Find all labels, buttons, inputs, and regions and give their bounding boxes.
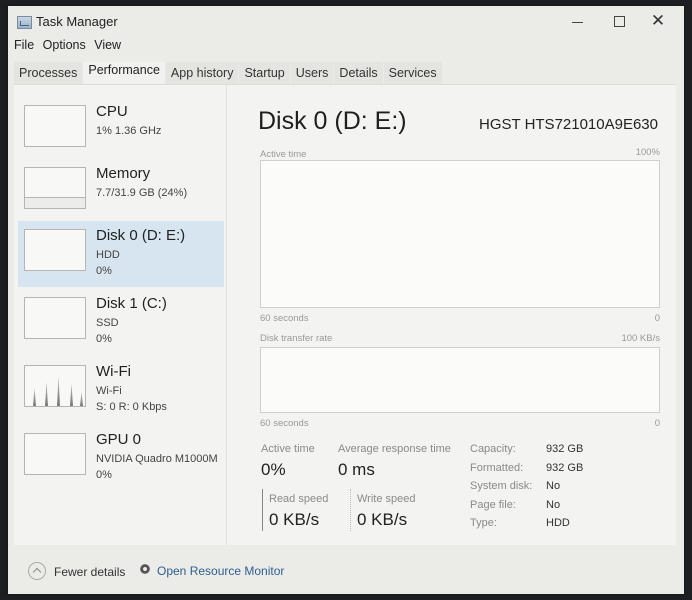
- sidebar-item-label: CPU: [96, 103, 128, 120]
- wifi-thumbnail-graph: [24, 365, 86, 407]
- disk-title: Disk 0 (D: E:): [258, 107, 407, 135]
- sidebar-item-label: Wi-Fi: [96, 363, 131, 380]
- read-speed-label: Read speed: [269, 493, 329, 505]
- sidebar-item-label: Memory: [96, 165, 151, 182]
- tab-bar: Processes Performance App history Startu…: [14, 62, 443, 84]
- active-time-label: Active time: [261, 443, 315, 455]
- tab-users[interactable]: Users: [290, 62, 334, 84]
- page-file-value: No: [546, 499, 561, 511]
- system-disk-value: No: [546, 480, 561, 492]
- disk-model: HGST HTS721010A9E630: [479, 116, 658, 133]
- wifi-spike: [80, 392, 83, 406]
- performance-panel: CPU 1% 1.36 GHz Memory 7.7/31.9 GB (24%)…: [14, 84, 676, 545]
- sidebar-item-gpu-0[interactable]: GPU 0 NVIDIA Quadro M1000M 0%: [18, 425, 224, 491]
- menu-file[interactable]: File: [14, 38, 34, 52]
- disk0-type-text: HDD: [96, 249, 120, 261]
- disk1-usage-text: 0%: [96, 333, 112, 345]
- write-speed-value: 0 KB/s: [357, 510, 408, 529]
- system-disk-label: System disk:: [470, 480, 533, 492]
- wifi-spike: [33, 388, 36, 406]
- active-time-graph-max: 100%: [635, 147, 660, 158]
- sidebar-item-cpu[interactable]: CPU 1% 1.36 GHz: [18, 97, 224, 163]
- sidebar-item-label: Disk 1 (C:): [96, 295, 167, 312]
- fewer-details-button[interactable]: Fewer details: [54, 565, 125, 579]
- resource-monitor-icon: [140, 564, 150, 574]
- capacity-label: Capacity:: [470, 443, 516, 455]
- capacity-value: 932 GB: [546, 443, 584, 455]
- gpu-model-text: NVIDIA Quadro M1000M: [96, 453, 218, 465]
- wifi-throughput-text: S: 0 R: 0 Kbps: [96, 401, 167, 413]
- active-time-graph-label: Active time: [260, 149, 307, 160]
- footer-bar: Fewer details Open Resource Monitor: [14, 552, 676, 582]
- gpu-thumbnail-graph: [24, 433, 86, 475]
- sidebar-item-label: GPU 0: [96, 431, 142, 448]
- chevron-up-icon[interactable]: [28, 562, 46, 580]
- disk1-type-text: SSD: [96, 317, 119, 329]
- wifi-adapter-text: Wi-Fi: [96, 385, 122, 397]
- menu-options[interactable]: Options: [43, 38, 86, 52]
- memory-thumbnail-graph: [24, 167, 86, 209]
- cpu-thumbnail-graph: [24, 105, 86, 147]
- formatted-value: 932 GB: [546, 462, 584, 474]
- active-time-graph: [260, 160, 660, 308]
- task-manager-window: Task Manager ✕ File Options View Process…: [8, 6, 684, 594]
- sidebar-item-label: Disk 0 (D: E:): [96, 227, 186, 244]
- disk-detail-panel: Disk 0 (D: E:) HGST HTS721010A9E630 Acti…: [242, 85, 672, 545]
- cpu-usage-text: 1% 1.36 GHz: [96, 125, 162, 137]
- avg-response-label: Average response time: [338, 443, 451, 455]
- type-label: Type:: [470, 517, 497, 529]
- tab-performance[interactable]: Performance: [83, 62, 165, 84]
- open-resource-monitor-link[interactable]: Open Resource Monitor: [157, 564, 284, 578]
- active-time-value: 0%: [261, 460, 286, 479]
- wifi-spike: [45, 382, 48, 406]
- wifi-spike: [70, 383, 73, 406]
- close-button[interactable]: ✕: [638, 9, 678, 35]
- tab-details[interactable]: Details: [334, 62, 383, 84]
- tab-processes[interactable]: Processes: [14, 62, 83, 84]
- maximize-button[interactable]: [598, 9, 638, 35]
- transfer-rate-graph-min: 0: [654, 418, 660, 429]
- sidebar-item-disk-1[interactable]: Disk 1 (C:) SSD 0%: [18, 289, 224, 355]
- sidebar-item-wifi[interactable]: Wi-Fi Wi-Fi S: 0 R: 0 Kbps: [18, 357, 224, 423]
- disk0-usage-text: 0%: [96, 265, 112, 277]
- sidebar-item-disk-0[interactable]: Disk 0 (D: E:) HDD 0%: [18, 221, 224, 287]
- transfer-rate-graph-span: 60 seconds: [260, 418, 309, 429]
- minimize-button[interactable]: [558, 9, 598, 35]
- type-value: HDD: [546, 517, 570, 529]
- tab-app-history[interactable]: App history: [165, 62, 239, 84]
- transfer-rate-graph-max: 100 KB/s: [621, 333, 660, 344]
- menu-bar: File Options View: [14, 38, 126, 56]
- avg-response-value: 0 ms: [338, 460, 375, 479]
- transfer-rate-graph-label: Disk transfer rate: [260, 333, 333, 344]
- formatted-label: Formatted:: [470, 462, 524, 474]
- window-title: Task Manager: [36, 14, 118, 29]
- write-speed-indicator: [350, 489, 351, 531]
- memory-usage-text: 7.7/31.9 GB (24%): [96, 187, 188, 199]
- tab-startup[interactable]: Startup: [239, 62, 290, 84]
- active-time-graph-min: 0: [654, 313, 660, 324]
- disk1-thumbnail-graph: [24, 297, 86, 339]
- page-file-label: Page file:: [470, 499, 516, 511]
- title-bar: Task Manager ✕: [8, 6, 684, 36]
- write-speed-label: Write speed: [357, 493, 416, 505]
- read-speed-indicator: [262, 489, 263, 531]
- active-time-graph-span: 60 seconds: [260, 313, 309, 324]
- read-speed-value: 0 KB/s: [269, 510, 320, 529]
- gpu-usage-text: 0%: [96, 469, 112, 481]
- tab-services[interactable]: Services: [383, 62, 442, 84]
- sidebar-item-memory[interactable]: Memory 7.7/31.9 GB (24%): [18, 159, 224, 225]
- resource-sidebar: CPU 1% 1.36 GHz Memory 7.7/31.9 GB (24%)…: [14, 85, 227, 545]
- wifi-spike: [57, 376, 60, 406]
- disk0-thumbnail-graph: [24, 229, 86, 271]
- menu-view[interactable]: View: [94, 38, 121, 52]
- transfer-rate-graph: [260, 347, 660, 413]
- task-manager-icon: [17, 16, 32, 29]
